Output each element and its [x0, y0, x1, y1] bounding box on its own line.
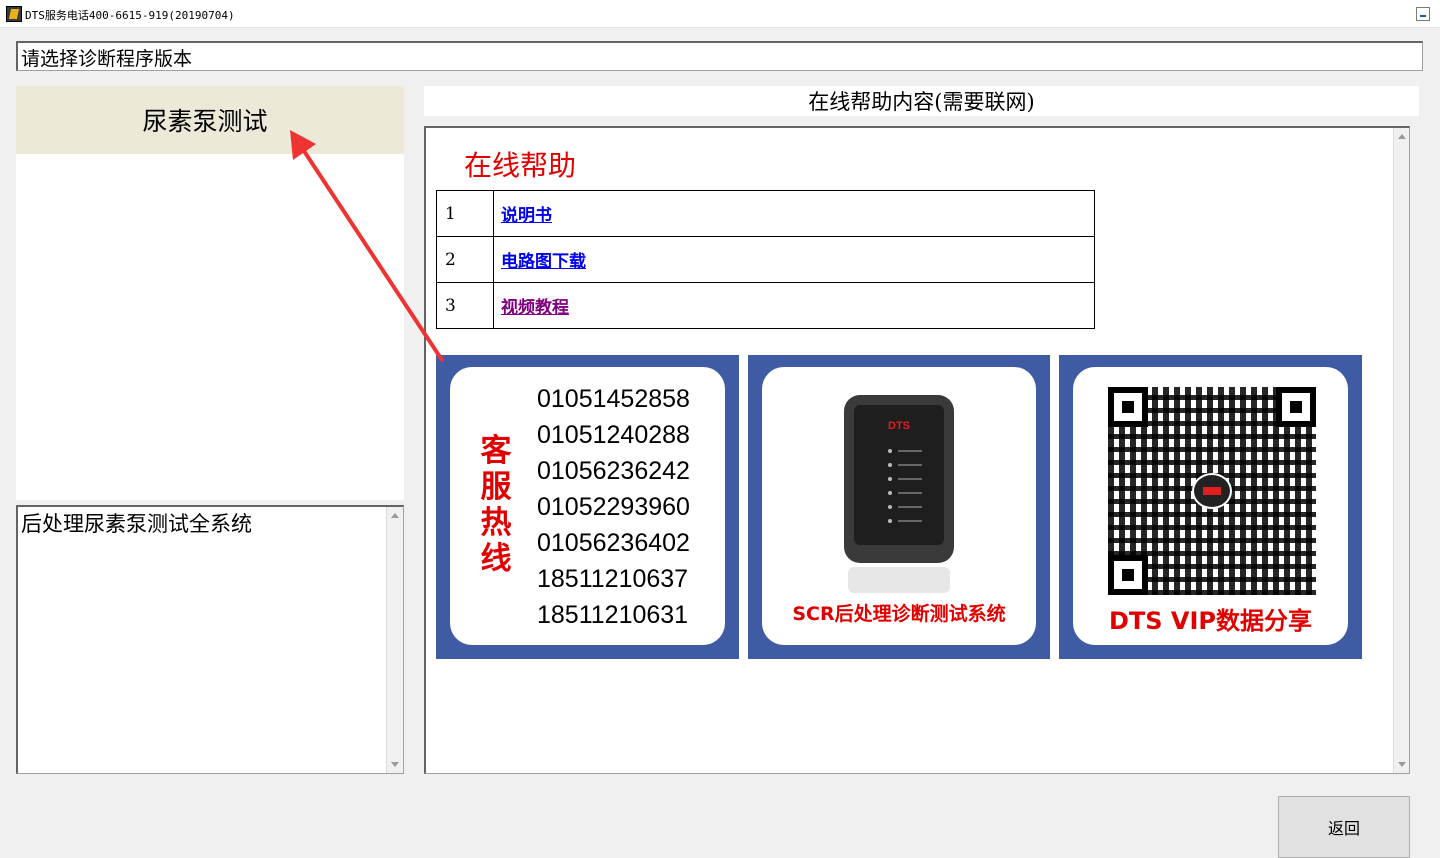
program-item-urea-pump-test[interactable]: 尿素泵测试: [16, 86, 404, 154]
scroll-down-arrow-icon[interactable]: [1398, 762, 1406, 767]
vip-card: DTS VIP数据分享: [1073, 367, 1348, 645]
scroll-down-arrow-icon[interactable]: [391, 762, 399, 767]
phone-number: 01051452858: [537, 385, 690, 413]
manual-link[interactable]: 说明书: [501, 206, 552, 226]
device-banner[interactable]: DTS SCR后处理诊断测试系统: [748, 355, 1050, 659]
title-bar: DTS服务电话400-6615-919(20190704): [0, 0, 1440, 28]
diagnostic-device-image: DTS: [844, 395, 954, 563]
minimize-button[interactable]: [1416, 7, 1430, 21]
qr-code-icon: [1108, 387, 1316, 595]
hotline-card: 客 服 热 线 01051452858 01051240288 01056236…: [450, 367, 725, 645]
table-row: 1 说明书: [436, 190, 1095, 237]
table-row: 2 电路图下载: [436, 236, 1095, 283]
link-number: 2: [436, 236, 494, 283]
program-description-box[interactable]: 后处理尿素泵测试全系统: [16, 505, 404, 774]
link-number: 3: [436, 282, 494, 329]
help-panel-scrollbar[interactable]: [1393, 128, 1409, 773]
help-header-label: 在线帮助内容(需要联网): [808, 90, 1035, 114]
version-select-field[interactable]: 请选择诊断程序版本: [16, 41, 1423, 71]
description-scrollbar[interactable]: [386, 507, 403, 773]
phone-number: 01051240288: [537, 421, 690, 449]
device-card: DTS SCR后处理诊断测试系统: [762, 367, 1036, 645]
vip-caption: DTS VIP数据分享: [1108, 607, 1313, 635]
phone-number: 18511210631: [537, 601, 689, 629]
device-logo: DTS: [888, 420, 910, 432]
back-button[interactable]: 返回: [1278, 796, 1410, 858]
version-select-label: 请选择诊断程序版本: [21, 48, 193, 70]
table-row: 3 视频教程: [436, 282, 1095, 329]
help-links-table: 1 说明书 2 电路图下载 3 视频教程: [436, 190, 1095, 329]
qr-center-logo-icon: [1192, 473, 1232, 509]
vip-banner[interactable]: DTS VIP数据分享: [1059, 355, 1362, 659]
phone-number: 01052293960: [537, 493, 690, 521]
help-panel: 在线帮助 1 说明书 2 电路图下载 3 视频教程 客 服 热 线 010514…: [424, 126, 1410, 774]
link-number: 1: [436, 190, 494, 237]
program-description-text: 后处理尿素泵测试全系统: [21, 512, 252, 536]
phone-number: 18511210637: [537, 565, 689, 593]
phone-number: 01056236242: [537, 457, 690, 485]
device-caption: SCR后处理诊断测试系统: [792, 603, 1006, 625]
program-item-label: 尿素泵测试: [142, 107, 268, 136]
help-title: 在线帮助: [464, 149, 577, 182]
device-reflection: [848, 567, 950, 593]
scroll-up-arrow-icon[interactable]: [1398, 134, 1406, 139]
hotline-label: 客 服 热 线: [480, 433, 512, 577]
app-icon: [6, 6, 22, 22]
hotline-banner[interactable]: 客 服 热 线 01051452858 01051240288 01056236…: [436, 355, 739, 659]
phone-number: 01056236402: [537, 529, 690, 557]
hotline-phone-list: 01051452858 01051240288 01056236242 0105…: [537, 381, 690, 633]
program-list: 尿素泵测试: [16, 86, 404, 500]
help-header: 在线帮助内容(需要联网): [424, 86, 1419, 116]
window-title: DTS服务电话400-6615-919(20190704): [25, 9, 235, 22]
scroll-up-arrow-icon[interactable]: [391, 513, 399, 518]
device-led-list: [874, 445, 932, 529]
circuit-diagram-link[interactable]: 电路图下载: [501, 252, 586, 272]
video-tutorial-link[interactable]: 视频教程: [501, 298, 569, 318]
